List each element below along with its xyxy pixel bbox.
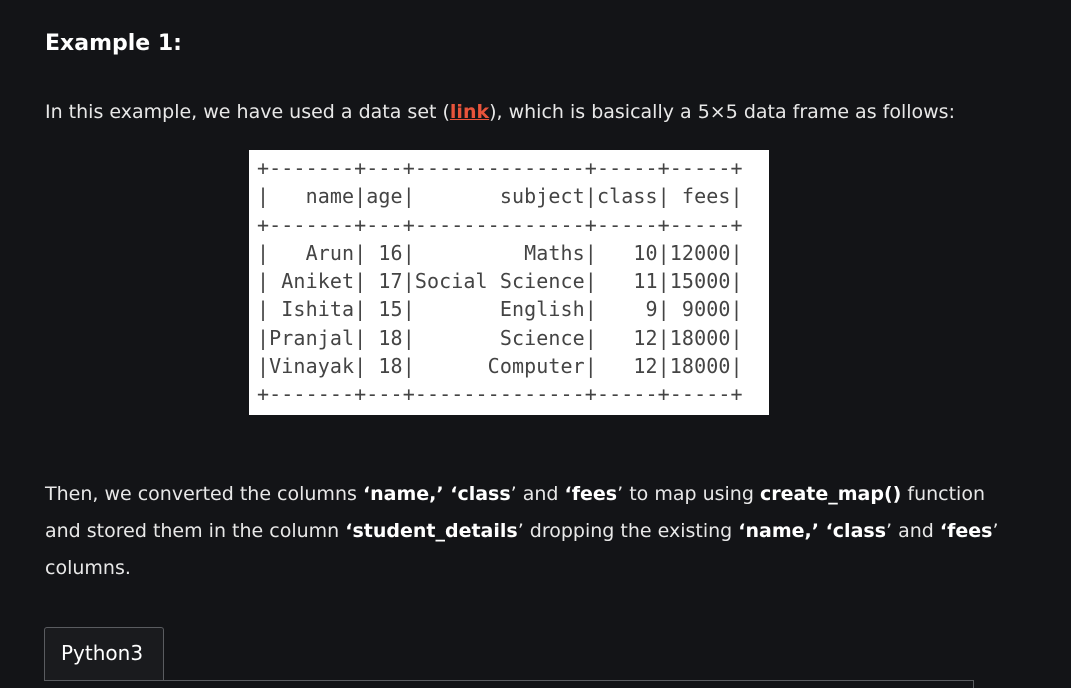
dataframe-ascii-table: +-------+---+--------------+-----+-----+… (257, 156, 743, 407)
example-heading: Example 1: (45, 31, 182, 56)
intro-text-before: In this example, we have used a data set… (45, 101, 450, 123)
code-block-frame (44, 680, 974, 688)
explanation-text: ’ to map using (617, 483, 760, 505)
explanation-text: ’ and (886, 520, 940, 542)
function-name-bold: create_map() (759, 483, 902, 505)
tab-python3[interactable]: Python3 (44, 627, 164, 681)
explanation-text: Then, we converted the columns (45, 483, 363, 505)
column-name-bold: ‘name,’ ‘class (362, 483, 511, 505)
intro-paragraph: In this example, we have used a data set… (45, 94, 1005, 131)
article-page: Example 1: In this example, we have used… (0, 0, 1071, 688)
intro-text-after: ), which is basically a 5×5 data frame a… (489, 101, 955, 123)
explanation-text: ’ and (510, 483, 565, 505)
column-name-bold: ‘student_details (345, 520, 518, 542)
column-name-bold: ‘name,’ ‘class (738, 520, 887, 542)
explanation-paragraph: Then, we converted the columns ‘name,’ ‘… (45, 476, 1005, 587)
column-name-bold: ‘fees (564, 483, 618, 505)
dataframe-output-image: +-------+---+--------------+-----+-----+… (249, 150, 769, 415)
explanation-text: ’ dropping the existing (517, 520, 739, 542)
dataset-link[interactable]: link (450, 101, 489, 123)
column-name-bold: ‘fees (939, 520, 993, 542)
